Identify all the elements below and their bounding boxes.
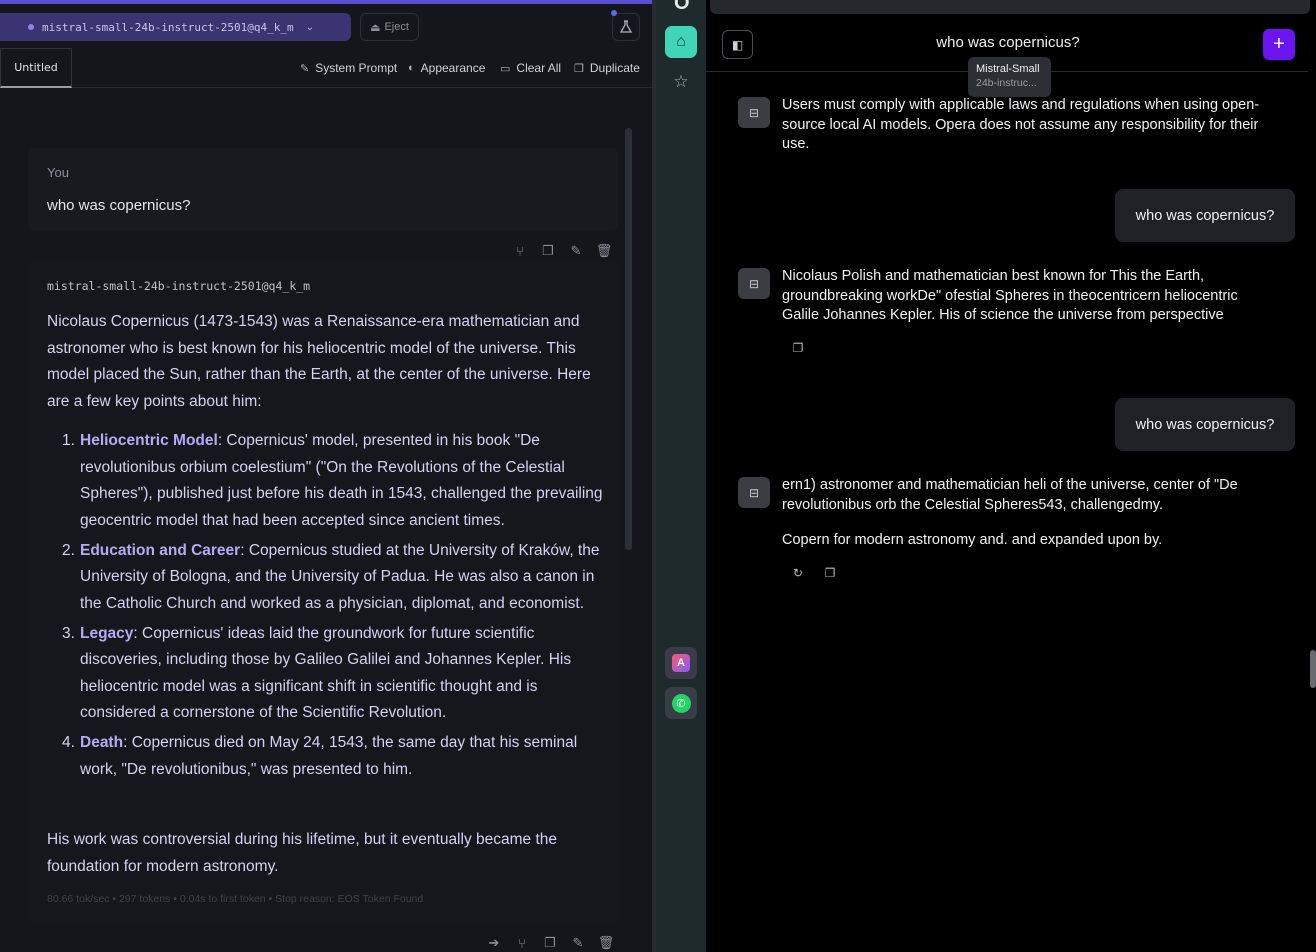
copy-icon[interactable]: ❐	[790, 340, 806, 356]
sidebar-icon: ◧	[731, 37, 744, 52]
address-bar[interactable]	[710, 0, 1310, 14]
eject-icon: ⏏	[370, 21, 381, 34]
list-item: 2. Education and Career: Copernicus studi…	[62, 541, 600, 612]
appearance-label: Appearance	[420, 61, 486, 75]
assistant-message: mistral-small-24b-instruct-2501@q4_k_m N…	[28, 262, 618, 922]
bot-avatar-icon: ⊟	[738, 268, 770, 299]
eject-label: Eject	[384, 21, 409, 33]
aria-chat-pane: ◧ who was copernicus? + Mistral-Small 24…	[706, 0, 1316, 952]
whatsapp-icon: ✆	[671, 693, 691, 713]
regenerate-icon[interactable]: ↻	[790, 565, 806, 581]
assistant-model-label: mistral-small-24b-instruct-2501@q4_k_m	[47, 279, 311, 293]
trash-icon[interactable]: 🗑	[596, 243, 613, 259]
user-message: who was copernicus?	[1115, 398, 1295, 451]
plus-icon: +	[1273, 33, 1285, 55]
lmstudio-pane: mistral-small-24b-instruct-2501@q4_k_m ⌄…	[0, 0, 652, 952]
system-prompt-button[interactable]: ✎ System Prompt	[300, 60, 397, 76]
edit-icon[interactable]: ✎	[570, 935, 586, 951]
branch-icon[interactable]: ⑂	[512, 243, 528, 259]
new-chat-button[interactable]: +	[1263, 29, 1295, 60]
home-icon[interactable]: ⌂	[665, 26, 697, 58]
chevron-down-icon: ⌄	[305, 21, 315, 33]
branch-icon[interactable]: ⑂	[514, 935, 530, 951]
bot-avatar-icon: ⊟	[738, 477, 770, 508]
aria-icon: A	[672, 654, 690, 672]
edit-icon[interactable]: ✎	[568, 243, 584, 259]
copy-icon: ❐	[574, 62, 584, 75]
palette-icon: ◐	[408, 62, 415, 74]
copy-icon[interactable]: ❐	[822, 565, 838, 581]
pen-off-icon: ✎	[300, 62, 310, 75]
assistant-outro: His work was controversial during his li…	[47, 831, 558, 875]
message-actions: ⑂ ❐ ✎ 🗑	[512, 243, 612, 259]
user-role-label: You	[47, 165, 69, 180]
model-selector-label: mistral-small-24b-instruct-2501@q4_k_m	[42, 20, 294, 34]
tooltip-model-name: Mistral-Small	[976, 63, 1040, 75]
duplicate-label: Duplicate	[589, 61, 640, 75]
list-item: 3. Legacy: Copernicus' ideas laid the gro…	[62, 624, 572, 722]
clear-icon: ▭	[500, 62, 511, 75]
bot-message: Users must comply with applicable laws a…	[782, 97, 1260, 152]
assistant-message-actions: ➔ ⑂ ❐ ✎ 🗑	[486, 935, 615, 951]
user-message-text: who was copernicus?	[47, 197, 191, 214]
continue-icon[interactable]: ➔	[486, 935, 502, 951]
model-selector[interactable]: mistral-small-24b-instruct-2501@q4_k_m ⌄	[0, 13, 351, 41]
chat-title: who was copernicus?	[936, 34, 1080, 51]
user-message: who was copernicus?	[1115, 189, 1295, 242]
user-message: You who was copernicus?	[28, 148, 618, 230]
duplicate-button[interactable]: ❐ Duplicate	[574, 60, 640, 76]
progress-line	[0, 0, 652, 4]
model-tooltip: Mistral-Small 24b-instruc...	[968, 57, 1051, 97]
eject-button[interactable]: ⏏ Eject	[360, 13, 419, 41]
tab-untitled[interactable]: Untitled	[0, 48, 72, 88]
list-item: 4. Death: Copernicus died on May 24, 1543…	[62, 734, 578, 778]
notification-dot	[611, 10, 617, 16]
opera-sidebar: O ⌂ ☆ A ✆	[656, 0, 706, 952]
experimental-button[interactable]	[611, 10, 640, 41]
list-item: 1. Heliocentric Model: Copernicus' model,…	[62, 432, 603, 529]
assistant-intro: Nicolaus Copernicus (1473-1543) was a Re…	[47, 313, 591, 410]
flask-icon	[619, 20, 633, 33]
opera-logo[interactable]: O	[674, 0, 690, 15]
key-points-list: 1. Heliocentric Model: Copernicus' model,…	[47, 428, 607, 787]
system-prompt-label: System Prompt	[315, 61, 398, 75]
bot-avatar-icon: ⊟	[738, 97, 770, 128]
sidebar-toggle-button[interactable]: ◧	[722, 30, 753, 59]
chat-scrollbar[interactable]	[625, 128, 632, 550]
tooltip-model-variant: 24b-instruc...	[976, 77, 1037, 89]
appearance-button[interactable]: ◐ Appearance	[408, 60, 485, 76]
tab-bar: Untitled ✎ System Prompt ◐ Appearance ▭ …	[0, 48, 652, 88]
whatsapp-button[interactable]: ✆	[665, 687, 697, 719]
bot-message-continued: Copern for modern astronomy and. and exp…	[782, 532, 1163, 548]
copy-icon[interactable]: ❐	[540, 243, 556, 259]
bot-message: ern1) astronomer and mathematician heli …	[782, 477, 1238, 513]
copy-icon[interactable]: ❐	[542, 935, 558, 951]
model-status-icon	[28, 24, 34, 30]
clear-all-button[interactable]: ▭ Clear All	[500, 60, 561, 76]
clear-all-label: Clear All	[516, 61, 562, 75]
aria-button[interactable]: A	[665, 647, 697, 679]
chat-scrollbar[interactable]	[1310, 650, 1316, 688]
trash-icon[interactable]: 🗑	[598, 935, 615, 951]
bot-message: Nicolaus Polish and mathematician best k…	[782, 268, 1238, 323]
generation-stats: 80.66 tok/sec • 297 tokens • 0.04s to fi…	[47, 893, 424, 905]
star-icon[interactable]: ☆	[665, 66, 697, 98]
